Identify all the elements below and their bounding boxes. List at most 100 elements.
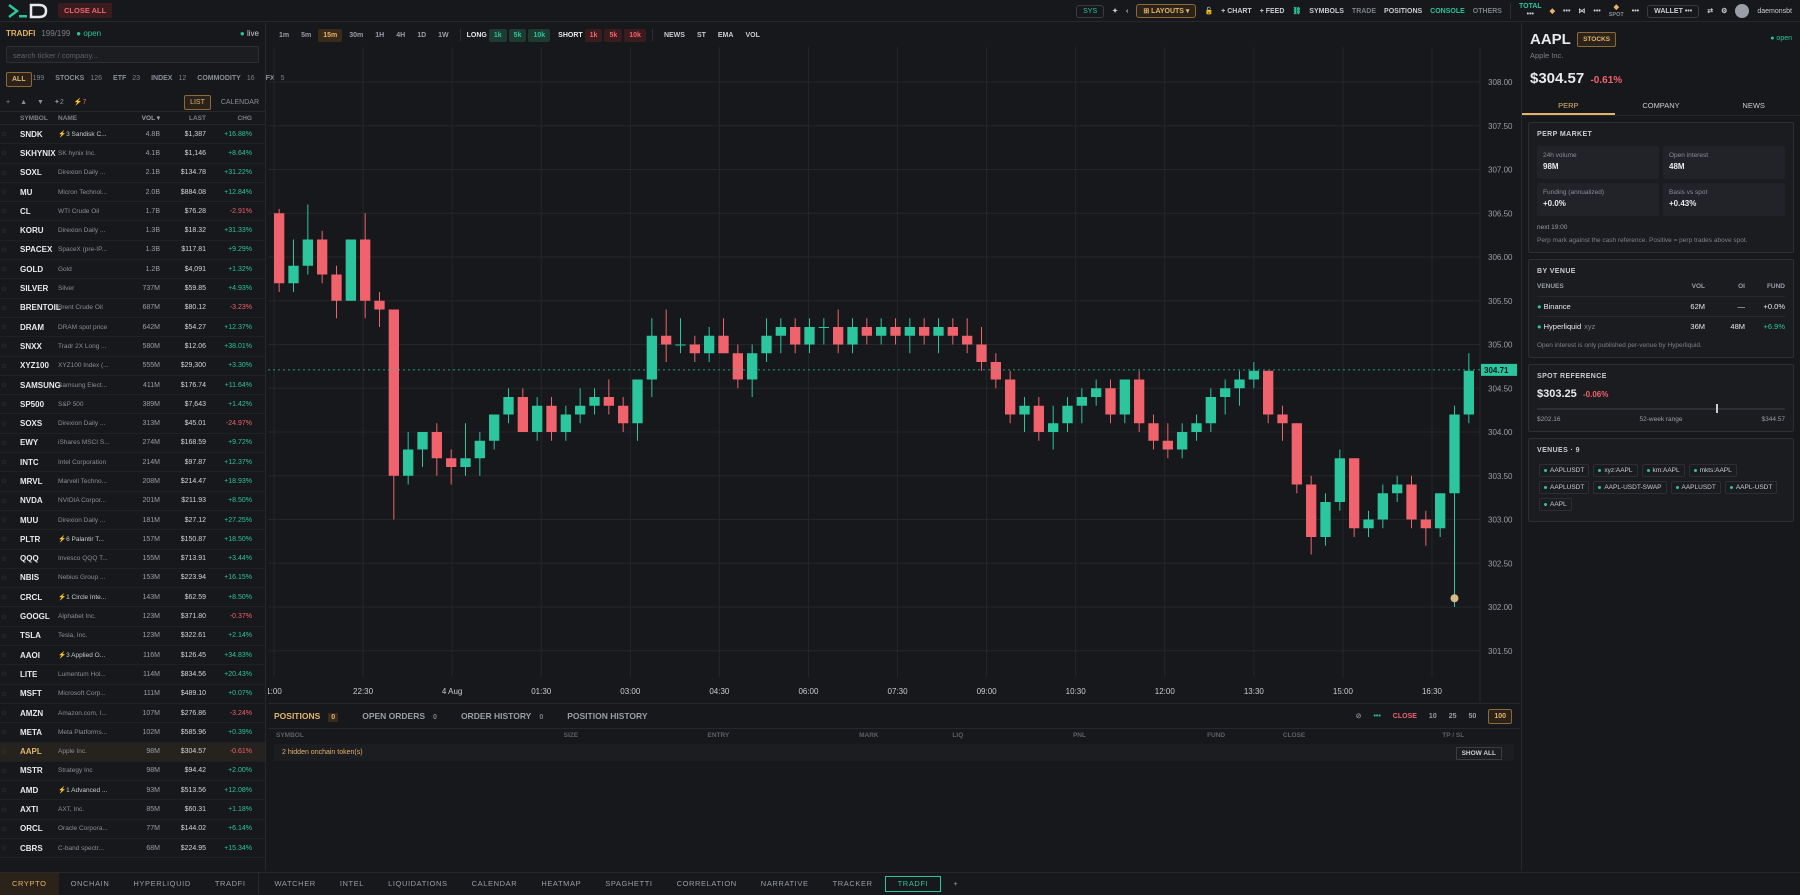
candle-body[interactable]: [704, 335, 715, 354]
timeframe-1W[interactable]: 1W: [433, 29, 454, 42]
add-chart-button[interactable]: + CHART: [1221, 8, 1252, 15]
ticker-row[interactable]: ☆ ORCL Oracle Corpora... 77M $144.02 +6.14%: [0, 820, 265, 839]
close-size-100[interactable]: 100: [1488, 708, 1512, 724]
candle-body[interactable]: [603, 397, 614, 406]
candle-body[interactable]: [1191, 423, 1202, 432]
workspace-tab-tradfi[interactable]: TRADFI: [884, 875, 942, 892]
ticker-row[interactable]: ☆ INTC Intel Corporation 214M $97.87 +12.37%: [0, 453, 265, 473]
candle-body[interactable]: [732, 353, 743, 380]
venue-tag[interactable]: AAPL: [1539, 498, 1572, 511]
candle-body[interactable]: [417, 432, 428, 450]
ticker-row[interactable]: ☆ TSLA Tesla, Inc. 123M $322.61 +2.14%: [0, 627, 265, 647]
candle-body[interactable]: [1148, 423, 1159, 441]
toggle-st[interactable]: ST: [692, 29, 711, 42]
candle-body[interactable]: [632, 379, 643, 424]
col-last[interactable]: LAST: [160, 115, 206, 122]
star-toggle-icon[interactable]: ☆: [0, 265, 8, 273]
close-all-button[interactable]: CLOSE ALL: [58, 3, 113, 18]
star-toggle-icon[interactable]: ☆: [0, 246, 8, 254]
ticker-search-input[interactable]: search ticker / company...: [6, 46, 259, 63]
star-toggle-icon[interactable]: ☆: [0, 748, 8, 756]
star-toggle-icon[interactable]: ☆: [0, 535, 8, 543]
venue-tag[interactable]: xyz:AAPL: [1593, 464, 1638, 477]
candle-body[interactable]: [1248, 370, 1259, 380]
ticker-row[interactable]: ☆ MUU Direxion Daily ... 181M $27.12 +27.25%: [0, 511, 265, 531]
star-toggle-icon[interactable]: ☆: [0, 130, 8, 138]
ticker-row[interactable]: ☆ META Meta Platforms... 102M $585.96 +0.39%: [0, 723, 265, 743]
timeframe-1D[interactable]: 1D: [412, 29, 431, 42]
candle-body[interactable]: [1449, 414, 1460, 494]
alerts-filter[interactable]: ⚡7: [74, 98, 87, 106]
star-toggle-icon[interactable]: ☆: [0, 516, 8, 524]
candle-body[interactable]: [1406, 484, 1417, 520]
candle-body[interactable]: [1019, 405, 1030, 415]
tab-perp[interactable]: PERP: [1522, 97, 1615, 115]
ticker-row[interactable]: ☆ SOXS Direxion Daily ... 313M $45.01 -24.97%: [0, 414, 265, 434]
venue-tag[interactable]: km:AAPL: [1641, 464, 1685, 477]
ticker-row[interactable]: ☆ AMD ⚡1 Advanced ... 93M $513.56 +12.08%: [0, 781, 265, 801]
candle-body[interactable]: [345, 239, 356, 301]
candle-body[interactable]: [1134, 379, 1145, 424]
candle-body[interactable]: [1162, 440, 1173, 450]
console-link[interactable]: CONSOLE: [1430, 8, 1465, 15]
candle-body[interactable]: [1320, 502, 1331, 537]
star-toggle-icon[interactable]: ☆: [0, 806, 8, 814]
sort-up-button[interactable]: ▲: [20, 99, 27, 106]
star-toggle-icon[interactable]: ☆: [0, 728, 8, 736]
candle-body[interactable]: [833, 327, 844, 345]
star-toggle-icon[interactable]: ☆: [0, 362, 8, 370]
candle-body[interactable]: [661, 335, 672, 345]
workspace-tab-narrative[interactable]: NARRATIVE: [749, 873, 821, 895]
workspace-tab-tracker[interactable]: TRACKER: [821, 873, 885, 895]
candle-body[interactable]: [431, 432, 442, 459]
venue-row[interactable]: ● Binance 62M — +0.0%: [1537, 296, 1785, 316]
star-toggle-icon[interactable]: ☆: [0, 400, 8, 408]
candle-body[interactable]: [546, 405, 557, 432]
candle-body[interactable]: [976, 344, 987, 363]
more-icon[interactable]: •••: [1373, 713, 1380, 720]
candle-body[interactable]: [460, 458, 471, 467]
ticker-row[interactable]: ☆ PLTR ⚡6 Palantir T... 157M $150.87 +18.50%: [0, 530, 265, 550]
candle-body[interactable]: [861, 327, 872, 336]
star-toggle-icon[interactable]: ☆: [0, 825, 8, 833]
filter-etf[interactable]: ETF: [108, 72, 131, 87]
star-toggle-icon[interactable]: ☆: [0, 786, 8, 794]
star-icon[interactable]: ✦: [1112, 7, 1118, 15]
workspace-tab-calendar[interactable]: CALENDAR: [460, 873, 530, 895]
venue-tag[interactable]: AAPLUSDT: [1539, 481, 1590, 494]
candle-body[interactable]: [919, 327, 930, 336]
candle-body[interactable]: [1291, 423, 1302, 485]
star-toggle-icon[interactable]: ☆: [0, 342, 8, 350]
candle-body[interactable]: [675, 344, 686, 346]
star-toggle-icon[interactable]: ☆: [0, 613, 8, 621]
ticker-row[interactable]: ☆ AAPL Apple Inc. 98M $304.57 -0.61%: [0, 742, 265, 762]
ticker-row[interactable]: ☆ LITE Lumentum Hol... 114M $834.56 +20.43%: [0, 665, 265, 685]
candle-body[interactable]: [904, 327, 915, 336]
col-name[interactable]: NAME: [58, 115, 122, 122]
positions-link[interactable]: POSITIONS: [1384, 8, 1422, 15]
ticker-row[interactable]: ☆ GOOGL Alphabet Inc. 123M $371.80 -0.37%: [0, 607, 265, 627]
tab-positions[interactable]: POSITIONS 0: [274, 711, 339, 722]
tab-news[interactable]: NEWS: [1707, 97, 1800, 115]
ticker-row[interactable]: ☆ SKHYNIX SK hynix Inc. 4.1B $1,146 +8.64%: [0, 144, 265, 164]
col-symbol[interactable]: SYMBOL: [8, 115, 58, 122]
timeframe-5m[interactable]: 5m: [296, 29, 316, 42]
star-toggle-icon[interactable]: ☆: [0, 632, 8, 640]
star-toggle-icon[interactable]: ☆: [0, 227, 8, 235]
username[interactable]: daemonsbt: [1757, 8, 1792, 15]
candle-body[interactable]: [1048, 423, 1059, 432]
star-toggle-icon[interactable]: ☆: [0, 497, 8, 505]
ticker-row[interactable]: ☆ XYZ100 XYZ100 Index (... 555M $29,300 +3.30…: [0, 357, 265, 376]
timeframe-30m[interactable]: 30m: [344, 29, 368, 42]
candle-body[interactable]: [689, 344, 700, 354]
workspace-tab-intel[interactable]: INTEL: [328, 873, 376, 895]
venue-tag[interactable]: AAPL-USDT-SWAP: [1593, 481, 1667, 494]
ticker-row[interactable]: ☆ SOXL Direxion Daily ... 2.1B $134.78 +31.22…: [0, 164, 265, 183]
candle-body[interactable]: [1220, 388, 1231, 397]
total-balance[interactable]: TOTAL •••: [1509, 3, 1542, 19]
ticker-row[interactable]: ☆ SAMSUNG Samsung Elect... 411M $176.74 +11.6…: [0, 376, 265, 396]
ticker-row[interactable]: ☆ MU Micron Technol... 2.0B $884.08 +12.84%: [0, 183, 265, 203]
ticker-row[interactable]: ☆ MSTR Strategy Inc 98M $94.42 +2.00%: [0, 762, 265, 782]
ticker-row[interactable]: ☆ SNDK ⚡3 Sandisk C... 4.8B $1,387 +16.88%: [0, 125, 265, 145]
ticker-row[interactable]: ☆ SNXX Tradr 2X Long ... 580M $12.06 +38.01%: [0, 337, 265, 357]
